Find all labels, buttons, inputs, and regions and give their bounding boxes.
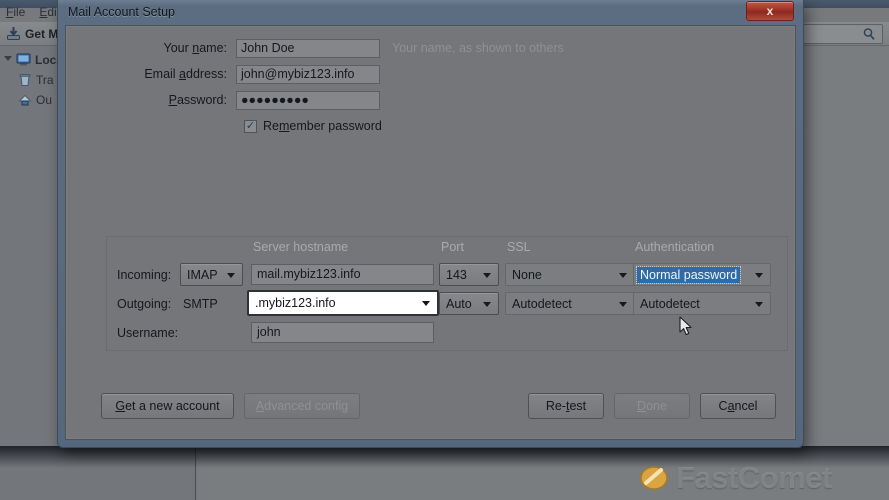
chevron-down-icon [755,272,763,278]
advanced-config-button[interactable]: Advanced config [244,393,360,419]
incoming-ssl-dropdown[interactable]: None [505,263,635,286]
email-address-label: Email address: [66,67,236,81]
your-name-input[interactable]: John Doe [236,38,380,58]
sidebar-item-trash-label: Tra [36,73,54,87]
outgoing-auth-dropdown[interactable]: Autodetect [633,292,771,315]
retest-pre: Re- [545,399,566,413]
password-label: Password: [66,93,236,107]
get-new-account-accel: G [115,399,126,413]
retest-post: est [569,399,587,413]
email-address-label-post: ddress: [186,67,227,81]
search-icon [862,27,876,41]
column-header-ssl: SSL [507,240,531,254]
mouse-cursor [679,316,695,343]
cancel-accel: a [727,399,735,413]
outgoing-hostname-combobox[interactable]: .mybiz123.info [247,290,439,316]
account-identity-form: Your name: John Doe Your name, as shown … [66,36,795,138]
done-accel: D [637,399,647,413]
outgoing-ssl-value: Autodetect [512,296,572,311]
outgoing-ssl-dropdown[interactable]: Autodetect [505,292,635,315]
incoming-auth-value: Normal password [635,265,742,284]
expand-triangle-icon[interactable] [4,56,12,64]
email-address-input[interactable]: john@mybiz123.info [236,64,380,84]
incoming-protocol-dropdown[interactable]: IMAP [180,263,243,286]
advanced-config-accel: A [255,399,265,413]
dialog-title: Mail Account Setup [68,5,176,19]
incoming-protocol-value: IMAP [187,267,218,282]
outgoing-label: Outgoing: [117,297,172,311]
incoming-auth-dropdown[interactable]: Normal password [633,263,771,286]
cancel-pre: C [718,399,728,413]
outbox-icon [18,93,32,107]
remember-password-label: Remember password [263,119,382,133]
remember-label-accel: m [278,119,290,133]
incoming-port-value: 143 [446,267,467,282]
menu-file[interactable]: File [6,5,25,19]
your-name-label-pre: Your [163,41,193,55]
settings-column-headers: Server hostname Port SSL Authentication [107,240,787,258]
remember-password-checkbox[interactable]: ✓ [244,119,257,133]
email-address-label-pre: Email [144,67,180,81]
chevron-down-icon [755,301,763,307]
done-button[interactable]: Done [614,393,690,419]
your-name-row: Your name: John Doe Your name, as shown … [66,36,795,60]
incoming-port-dropdown[interactable]: 143 [439,263,499,286]
remember-password-row[interactable]: ✓ Remember password [66,114,795,138]
trash-icon [18,73,32,87]
close-icon[interactable]: x [746,1,794,21]
remember-label-post: ember password [289,119,382,133]
incoming-row: Incoming: IMAP mail.mybiz123.info 143 No… [107,261,787,289]
password-label-accel: P [168,93,177,107]
get-a-new-account-button[interactable]: Get a new account [101,393,234,419]
dialog-titlebar: Mail Account Setup x [58,0,803,24]
cancel-button[interactable]: Ca ncel [700,393,776,419]
column-header-port: Port [441,240,464,254]
your-name-hint: Your name, as shown to others [392,41,564,55]
incoming-ssl-value: None [512,267,542,282]
advanced-config-post: dvanced config [264,399,349,413]
chevron-down-icon [227,272,235,278]
chevron-down-icon [422,301,430,306]
chevron-down-icon [619,301,627,307]
username-input[interactable]: john [251,322,434,343]
password-row: Password: ●●●●●●●●● [66,88,795,112]
get-mail-button[interactable]: Get M [6,26,58,41]
re-test-button[interactable]: Re-t est [528,393,604,419]
download-mail-icon [6,26,21,41]
dialog-body-panel: Your name: John Doe Your name, as shown … [65,25,796,440]
outgoing-auth-value: Autodetect [640,296,700,311]
chevron-down-icon [483,301,491,307]
username-label: Username: [117,326,179,340]
remember-label-pre: Re [263,119,279,133]
mail-account-setup-dialog: Mail Account Setup x Your name: John Doe… [57,0,804,448]
menu-file-label: ile [13,5,26,19]
email-address-label-accel: a [179,67,186,81]
your-name-label-post: ame: [199,41,227,55]
get-new-account-post: et a new account [125,399,220,413]
outgoing-protocol-value: SMTP [183,297,218,311]
password-input[interactable]: ●●●●●●●●● [236,90,380,110]
cancel-post: ncel [734,399,758,413]
password-label-post: assword: [176,93,227,107]
chevron-down-icon [483,272,491,278]
done-post: one [646,399,667,413]
column-header-hostname: Server hostname [253,240,349,254]
dialog-button-bar: Get a new account Advanced config Re-t es… [66,393,795,421]
outgoing-row: Outgoing: SMTP .mybiz123.info Auto Autod… [107,290,787,318]
outgoing-hostname-value: .mybiz123.info [255,296,336,310]
local-folders-icon [16,53,31,67]
checkmark-icon: ✓ [245,119,256,132]
incoming-hostname-input[interactable]: mail.mybiz123.info [251,264,434,285]
chevron-down-icon [619,272,627,278]
column-header-auth: Authentication [635,240,715,254]
outgoing-port-dropdown[interactable]: Auto [439,292,499,315]
incoming-label: Incoming: [117,268,172,282]
email-address-row: Email address: john@mybiz123.info [66,62,795,86]
sidebar-item-outbox-label: Ou [36,93,53,107]
outgoing-port-value: Auto [446,296,472,311]
get-mail-label: Get M [25,26,59,41]
your-name-label: Your name: [66,41,236,55]
